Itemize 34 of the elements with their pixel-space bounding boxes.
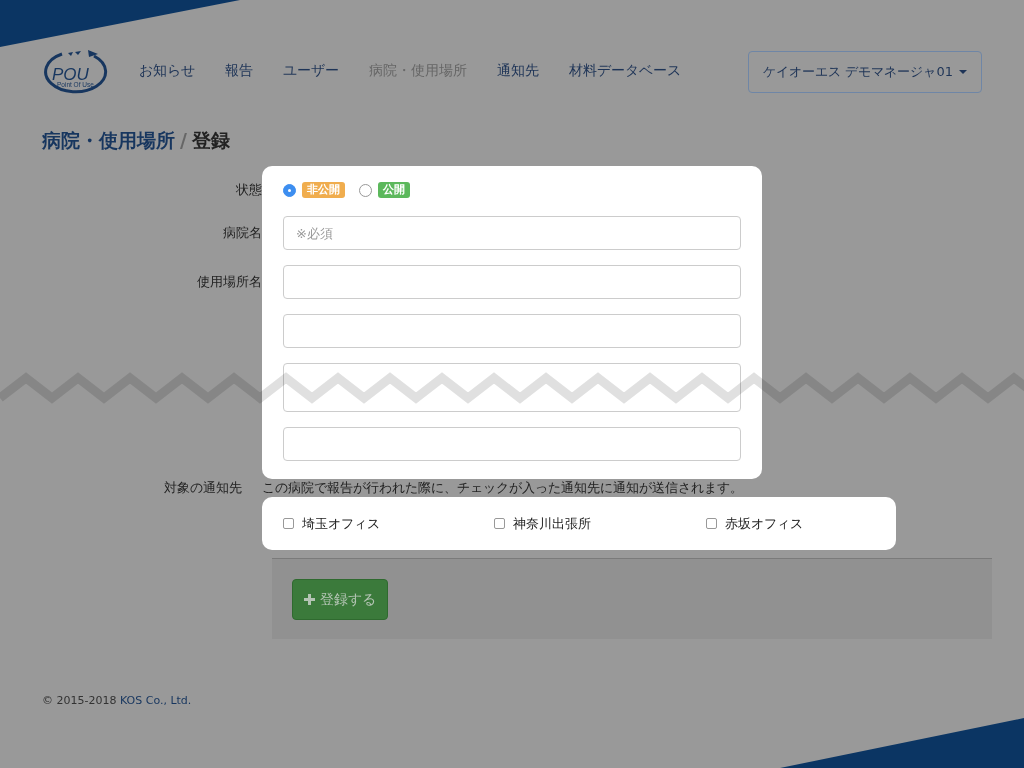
user-menu-button[interactable]: ケイオーエス デモマネージャ01 — [748, 51, 982, 93]
field-label: 使用場所名 — [197, 273, 262, 292]
nav-link[interactable]: 通知先 — [482, 59, 554, 81]
company-link[interactable]: KOS Co., Ltd. — [119, 694, 192, 707]
nav-link[interactable]: 材料データベース — [554, 59, 696, 81]
copyright-text: © 2015-2018 — [42, 694, 118, 707]
breadcrumb-separator: / — [179, 129, 188, 151]
field-label: 状態 — [236, 181, 262, 200]
page-title: 登録 — [191, 129, 230, 151]
caret-icon — [959, 70, 967, 74]
plus-icon — [304, 594, 315, 605]
input-field[interactable] — [283, 427, 741, 461]
nav-link[interactable]: ユーザー — [268, 59, 354, 81]
input-field[interactable] — [283, 363, 741, 412]
input-field[interactable] — [283, 265, 741, 299]
radio-button[interactable] — [359, 183, 372, 197]
checkbox[interactable] — [705, 518, 717, 529]
checkbox[interactable] — [283, 518, 294, 529]
field-label: 対象の通知先 — [163, 479, 243, 497]
field-label: 病院名 — [223, 224, 262, 243]
status-badge: 非公開 — [302, 182, 345, 198]
submit-button[interactable]: 登録する — [292, 579, 388, 620]
checkbox-label[interactable]: 神奈川出張所 — [513, 513, 592, 534]
checkbox-label[interactable]: 赤坂オフィス — [724, 513, 803, 534]
help-text: この病院で報告が行われた際に、チェックが入った通知先に通知が送信されます。 — [262, 479, 743, 497]
nav-link[interactable]: お知らせ — [124, 59, 210, 81]
checkbox[interactable] — [494, 518, 506, 529]
checkbox-label[interactable]: 埼玉オフィス — [302, 513, 380, 534]
input-field[interactable]: ※必須 — [283, 216, 741, 250]
radio-button[interactable] — [283, 183, 296, 197]
breadcrumb-link[interactable]: 病院・使用場所 — [42, 129, 175, 151]
input-field[interactable] — [283, 314, 741, 348]
nav-link[interactable]: 報告 — [210, 59, 268, 81]
status-badge: 公開 — [378, 182, 410, 198]
